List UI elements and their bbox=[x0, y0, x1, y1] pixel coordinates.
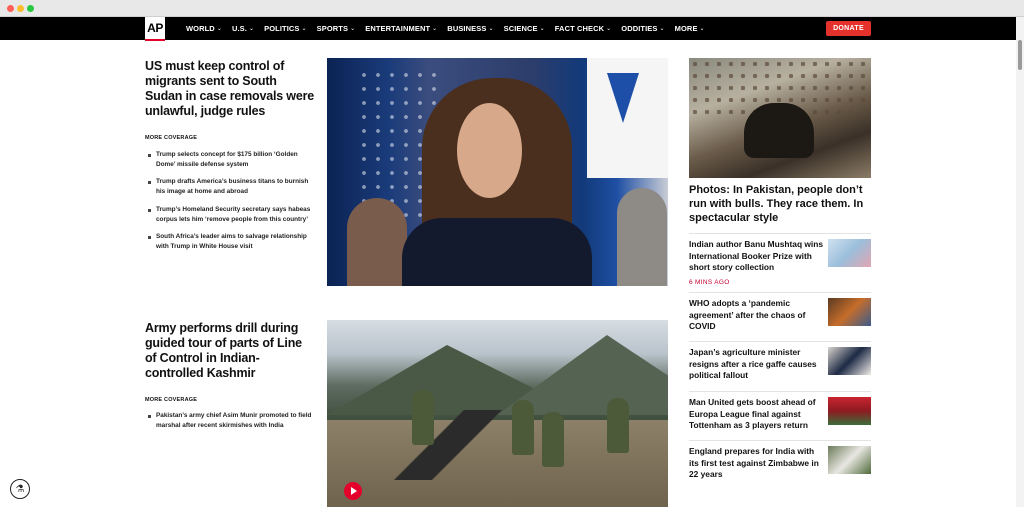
chevron-down-icon: ⌄ bbox=[606, 26, 612, 32]
nav-item-business[interactable]: BUSINESS ⌄ bbox=[447, 24, 493, 33]
nav-item-sports[interactable]: SPORTS ⌄ bbox=[317, 24, 356, 33]
nav-label: FACT CHECK bbox=[554, 24, 605, 33]
more-coverage-label: MORE COVERAGE bbox=[145, 397, 198, 403]
feature-headline[interactable]: Photos: In Pakistan, people don’t run wi… bbox=[689, 183, 864, 225]
speaker-face bbox=[457, 103, 522, 198]
nav-menu: WORLD ⌄ U.S. ⌄ POLITICS ⌄ SPORTS ⌄ ENTERTAIN… bbox=[186, 17, 715, 40]
coverage-link[interactable]: Trump’s Homeland Security secretary says… bbox=[148, 205, 318, 224]
nav-label: MORE bbox=[674, 24, 698, 33]
divider bbox=[689, 233, 871, 234]
chevron-down-icon: ⌄ bbox=[488, 26, 494, 32]
sidebar-thumbnail[interactable] bbox=[828, 397, 871, 425]
nav-item-science[interactable]: SCIENCE ⌄ bbox=[504, 24, 545, 33]
sidebar-item-headline[interactable]: Indian author Banu Mushtaq wins Internat… bbox=[689, 239, 823, 274]
story1-hero-image[interactable] bbox=[327, 58, 668, 286]
coverage-link[interactable]: Pakistan’s army chief Asim Munir promote… bbox=[148, 411, 318, 430]
more-coverage-label: MORE COVERAGE bbox=[145, 135, 198, 141]
donate-button[interactable]: DONATE bbox=[826, 21, 871, 36]
logo-text: AP bbox=[147, 21, 163, 35]
ap-logo[interactable]: AP bbox=[145, 17, 165, 41]
story2-hero-image[interactable] bbox=[327, 320, 668, 507]
browser-titlebar bbox=[0, 0, 1024, 17]
timestamp: 6 MINS AGO bbox=[689, 279, 730, 286]
divider bbox=[689, 292, 871, 293]
nav-label: WORLD bbox=[186, 24, 215, 33]
nav-item-us[interactable]: U.S. ⌄ bbox=[232, 24, 254, 33]
divider bbox=[689, 440, 871, 441]
chevron-down-icon: ⌄ bbox=[216, 26, 222, 32]
chevron-down-icon: ⌄ bbox=[301, 26, 307, 32]
nav-item-more[interactable]: MORE ⌄ bbox=[675, 24, 705, 33]
divider bbox=[689, 391, 871, 392]
soldier-figure bbox=[512, 400, 534, 455]
coverage-link[interactable]: Trump selects concept for $175 billion ‘… bbox=[148, 150, 318, 169]
nav-item-politics[interactable]: POLITICS ⌄ bbox=[264, 24, 307, 33]
chevron-down-icon: ⌄ bbox=[350, 26, 356, 32]
maximize-window-icon[interactable] bbox=[27, 5, 34, 12]
nav-label: U.S. bbox=[231, 24, 247, 33]
nav-label: ODDITIES bbox=[621, 24, 658, 33]
sidebar-thumbnail[interactable] bbox=[828, 347, 871, 375]
scrollbar-thumb[interactable] bbox=[1018, 40, 1022, 70]
nav-item-oddities[interactable]: ODDITIES ⌄ bbox=[621, 24, 664, 33]
nav-label: BUSINESS bbox=[447, 24, 487, 33]
coverage-link[interactable]: South Africa’s leader aims to salvage re… bbox=[148, 232, 318, 251]
feature-image[interactable] bbox=[689, 58, 871, 178]
sidebar-item-headline[interactable]: Man United gets boost ahead of Europa Le… bbox=[689, 397, 823, 432]
artillery-gun bbox=[387, 410, 507, 480]
soldier-figure bbox=[542, 412, 564, 467]
chevron-down-icon: ⌄ bbox=[248, 26, 255, 32]
sidebar-item-headline[interactable]: England prepares for India with its firs… bbox=[689, 446, 823, 481]
chevron-down-icon: ⌄ bbox=[659, 26, 665, 32]
story2-headline[interactable]: Army performs drill during guided tour o… bbox=[145, 321, 315, 381]
video-play-icon[interactable] bbox=[344, 482, 362, 500]
nav-item-fact-check[interactable]: FACT CHECK ⌄ bbox=[555, 24, 611, 33]
speaker-body bbox=[402, 218, 592, 286]
close-window-icon[interactable] bbox=[7, 5, 14, 12]
divider bbox=[689, 341, 871, 342]
nav-label: SPORTS bbox=[316, 24, 349, 33]
sidebar-item-headline[interactable]: Japan’s agriculture minister resigns aft… bbox=[689, 347, 823, 382]
chevron-down-icon: ⌄ bbox=[432, 26, 438, 32]
chevron-down-icon: ⌄ bbox=[699, 26, 705, 32]
page-scrollbar[interactable] bbox=[1016, 17, 1024, 507]
bull-figure bbox=[744, 103, 814, 158]
soldier-figure bbox=[412, 390, 434, 445]
nav-label: SCIENCE bbox=[503, 24, 538, 33]
sidebar-thumbnail[interactable] bbox=[828, 298, 871, 326]
backdrop-logo bbox=[607, 73, 639, 123]
nav-item-entertainment[interactable]: ENTERTAINMENT ⌄ bbox=[365, 24, 437, 33]
background-person bbox=[347, 198, 407, 286]
soldier-figure bbox=[607, 398, 629, 453]
sidebar-item-headline[interactable]: WHO adopts a ‘pandemic agreement’ after … bbox=[689, 298, 823, 333]
background-person bbox=[617, 188, 667, 286]
accessibility-icon[interactable]: ⚗ bbox=[10, 479, 30, 499]
coverage-link[interactable]: Trump drafts America’s business titans t… bbox=[148, 177, 318, 196]
sidebar-thumbnail[interactable] bbox=[828, 446, 871, 474]
minimize-window-icon[interactable] bbox=[17, 5, 24, 12]
nav-item-world[interactable]: WORLD ⌄ bbox=[186, 24, 222, 33]
sidebar-thumbnail[interactable] bbox=[828, 239, 871, 267]
nav-label: ENTERTAINMENT bbox=[365, 24, 431, 33]
nav-label: POLITICS bbox=[264, 24, 300, 33]
story1-headline[interactable]: US must keep control of migrants sent to… bbox=[145, 59, 315, 119]
chevron-down-icon: ⌄ bbox=[539, 26, 545, 32]
